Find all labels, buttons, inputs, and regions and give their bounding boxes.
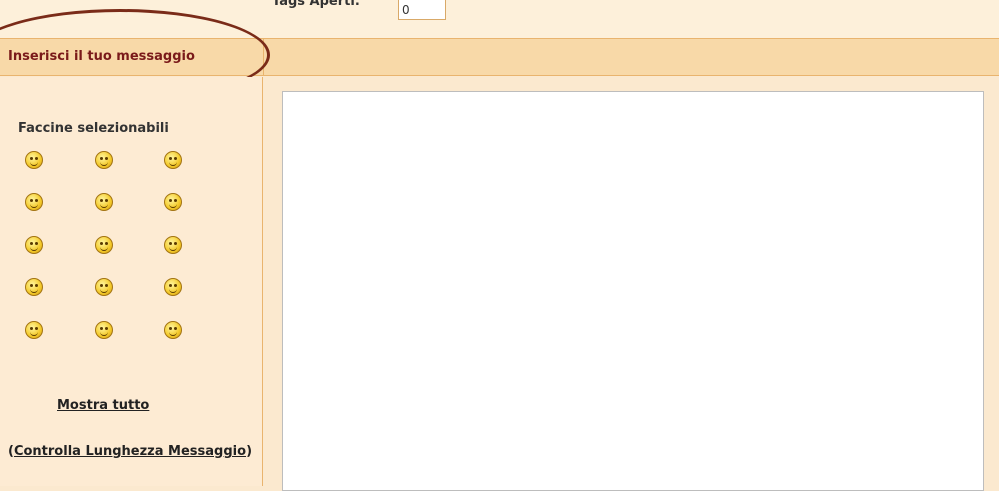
- smiley-icon[interactable]: [25, 151, 43, 169]
- smiley-icon[interactable]: [95, 236, 113, 254]
- message-textarea[interactable]: [282, 91, 984, 491]
- smiley-icon[interactable]: [164, 236, 182, 254]
- smiley-icon[interactable]: [95, 193, 113, 211]
- message-header-title: Inserisci il tuo messaggio: [8, 49, 195, 64]
- smiley-icon[interactable]: [164, 321, 182, 339]
- smilies-panel: Faccine selezionabili Mostra tutto (Cont…: [0, 77, 263, 486]
- show-all-link[interactable]: Mostra tutto: [57, 398, 149, 413]
- smiley-icon[interactable]: [164, 151, 182, 169]
- smiley-icon[interactable]: [95, 151, 113, 169]
- smiley-icon[interactable]: [95, 321, 113, 339]
- open-tags-label: Tags Aperti:: [272, 0, 360, 9]
- open-tags-count-field[interactable]: 0: [398, 0, 446, 20]
- smiley-icon[interactable]: [95, 278, 113, 296]
- smiley-icon[interactable]: [25, 193, 43, 211]
- check-length-paren-close: ): [246, 444, 253, 459]
- top-strip: Tags Aperti: 0: [0, 0, 999, 38]
- smiley-icon[interactable]: [164, 193, 182, 211]
- header-divider: [263, 39, 264, 75]
- check-length-link[interactable]: Controlla Lunghezza Messaggio: [14, 444, 246, 459]
- message-header: Inserisci il tuo messaggio: [0, 38, 999, 76]
- smiley-icon[interactable]: [164, 278, 182, 296]
- check-length-wrapper: (Controlla Lunghezza Messaggio): [8, 443, 252, 460]
- smiley-icon[interactable]: [25, 321, 43, 339]
- smiley-icon[interactable]: [25, 236, 43, 254]
- smilies-title: Faccine selezionabili: [18, 121, 169, 136]
- smiley-icon[interactable]: [25, 278, 43, 296]
